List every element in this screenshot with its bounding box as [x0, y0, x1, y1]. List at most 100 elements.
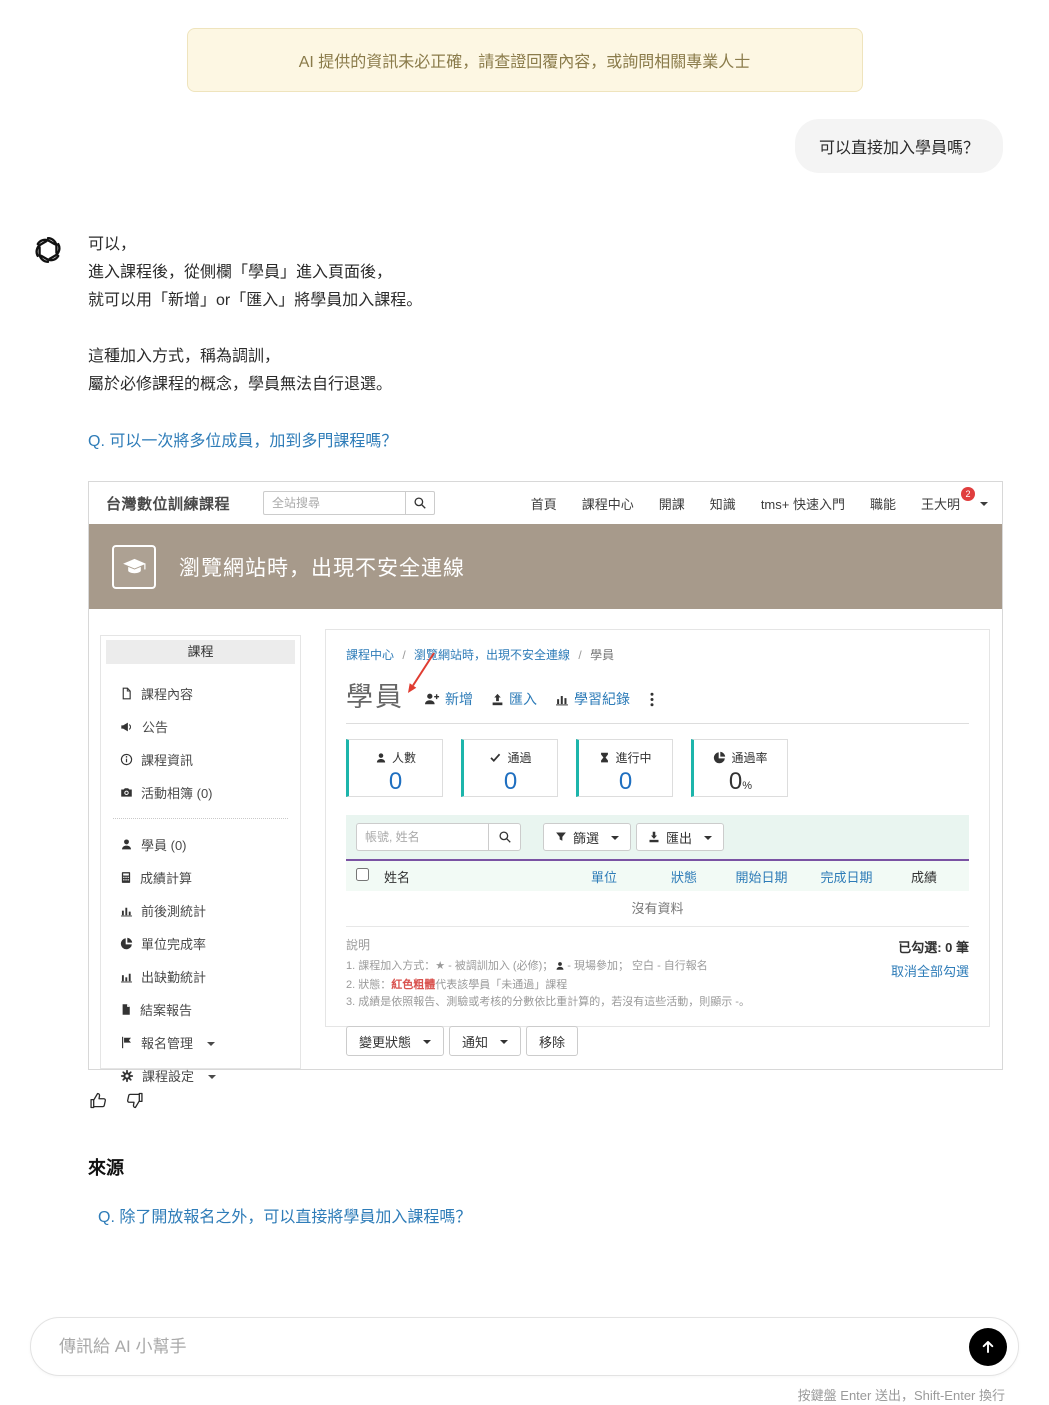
student-search [356, 823, 521, 851]
related-question-link[interactable]: Q. 可以一次將多位成員，加到多門課程嗎？ [88, 427, 397, 451]
nav-item-competency[interactable]: 職能 [870, 494, 896, 513]
remove-button[interactable]: 移除 [526, 1026, 578, 1056]
import-students-button[interactable]: 匯入 [491, 689, 537, 709]
stat-value: 0 [349, 769, 442, 795]
course-page-body: 課程 課程內容 公告 課程資訊 活動相簿 ( [89, 609, 1002, 1069]
composer: 按鍵盤 Enter 送出，Shift-Enter 換行 [30, 1317, 1019, 1404]
column-complete-date[interactable]: 完成日期 [804, 867, 889, 886]
embedded-screenshot: 台灣數位訓練課程 首頁 課程中心 開課 知識 tms+ 快速入門 [88, 481, 1003, 1070]
sidebar-item-registration-management[interactable]: 報名管理 [101, 1026, 300, 1059]
thumbs-down-icon [124, 1090, 145, 1111]
student-search-button[interactable] [488, 823, 521, 851]
sidebar-item-announcements[interactable]: 公告 [101, 710, 300, 743]
ai-disclaimer-banner: AI 提供的資訊未必正確，請查證回覆內容，或詢問相關專業人士 [187, 28, 863, 92]
thumbs-up-button[interactable] [88, 1090, 109, 1114]
calculator-icon [120, 871, 132, 884]
page-title: 學員 [346, 675, 404, 714]
selection-summary: 已勾選: 0 筆 取消全部勾選 [809, 937, 969, 1011]
download-icon [648, 831, 660, 843]
sidebar-divider [113, 818, 288, 819]
assistant-text-line: 可以， [88, 231, 1003, 259]
bulk-actions-row: 變更狀態 通知 移除 [346, 1026, 969, 1056]
column-status[interactable]: 狀態 [649, 867, 719, 886]
gear-icon [120, 1069, 134, 1083]
message-input-bar [30, 1317, 1019, 1376]
info-icon [120, 753, 133, 766]
bar-chart-icon [120, 970, 133, 983]
sidebar-item-final-report[interactable]: 結案報告 [101, 993, 300, 1026]
user-name: 王大明 [921, 494, 960, 513]
site-title[interactable]: 台灣數位訓練課程 [106, 493, 230, 514]
students-table-header: 姓名 單位 狀態 開始日期 完成日期 成績 [346, 859, 969, 891]
add-student-button[interactable]: 新增 [424, 689, 473, 709]
source-question-link[interactable]: Q. 除了開放報名之外，可以直接將學員加入課程嗎？ [88, 1203, 1003, 1227]
column-score: 成績 [889, 867, 959, 886]
notify-button[interactable]: 通知 [449, 1026, 521, 1056]
more-actions-button[interactable] [650, 692, 654, 707]
site-nav: 首頁 課程中心 開課 知識 tms+ 快速入門 職能 王大明 2 [531, 494, 988, 513]
site-header: 台灣數位訓練課程 首頁 課程中心 開課 知識 tms+ 快速入門 [89, 482, 1002, 524]
breadcrumb-course-center[interactable]: 課程中心 [346, 648, 394, 662]
stat-value: 0% [694, 769, 787, 795]
stat-card-count: 人數 0 [346, 739, 443, 797]
sidebar-item-course-settings[interactable]: 課程設定 [101, 1059, 300, 1092]
nav-item-open-course[interactable]: 開課 [659, 494, 685, 513]
chevron-down-icon [611, 836, 619, 840]
chevron-down-icon [980, 502, 988, 506]
user-message-bubble: 可以直接加入學員嗎？ [795, 119, 1003, 173]
sidebar-item-attendance-stats[interactable]: 出缺勤統計 [101, 960, 300, 993]
feedback-row [88, 1090, 1003, 1114]
sidebar-item-grade-calculation[interactable]: 成績計算 [101, 861, 300, 894]
send-button[interactable] [969, 1328, 1007, 1366]
nav-item-home[interactable]: 首頁 [531, 494, 557, 513]
assistant-text-line: 這種加入方式，稱為調訓， [88, 343, 1003, 371]
filter-row: 篩選 匯出 [346, 815, 969, 859]
stat-card-in-progress: 進行中 0 [576, 739, 673, 797]
assistant-text-line: 屬於必修課程的概念，學員無法自行退選。 [88, 371, 1003, 399]
filter-button[interactable]: 篩選 [543, 823, 631, 851]
breadcrumb-course-name[interactable]: 瀏覽網站時，出現不安全連線 [414, 648, 570, 662]
person-icon [375, 752, 387, 764]
document-icon [120, 687, 133, 700]
chevron-down-icon [500, 1040, 508, 1044]
student-search-input[interactable] [356, 823, 488, 851]
sidebar-item-course-info[interactable]: 課程資訊 [101, 743, 300, 776]
kebab-menu-icon [650, 692, 654, 707]
breadcrumb: 課程中心 / 瀏覽網站時，出現不安全連線 / 學員 [346, 646, 969, 663]
site-search-input[interactable] [263, 491, 405, 515]
nav-item-course-center[interactable]: 課程中心 [582, 494, 634, 513]
select-all-checkbox[interactable] [356, 868, 369, 881]
notification-badge: 2 [961, 487, 975, 501]
learning-records-button[interactable]: 學習紀錄 [555, 689, 630, 709]
keyboard-hint: 按鍵盤 Enter 送出，Shift-Enter 換行 [30, 1385, 1019, 1404]
pie-chart-icon [713, 751, 726, 764]
nav-item-knowledge[interactable]: 知識 [710, 494, 736, 513]
search-icon [498, 830, 512, 844]
column-name: 姓名 [384, 867, 559, 886]
assistant-text-line: 進入課程後，從側欄「學員」進入頁面後， [88, 259, 1003, 287]
note-line-1: 1. 課程加入方式：★ - 被調訓加入 (必修)；- 現場參加； 空白 - 自行… [346, 958, 809, 977]
bar-chart-icon [555, 692, 569, 706]
thumbs-down-button[interactable] [124, 1090, 145, 1114]
export-button[interactable]: 匯出 [636, 823, 724, 851]
notes: 說明 1. 課程加入方式：★ - 被調訓加入 (必修)；- 現場參加； 空白 -… [346, 937, 809, 1011]
column-unit[interactable]: 單位 [559, 867, 649, 886]
sidebar-item-course-content[interactable]: 課程內容 [101, 677, 300, 710]
sidebar-item-photo-album[interactable]: 活動相簿 (0) [101, 776, 300, 809]
course-sidebar: 課程 課程內容 公告 課程資訊 活動相簿 ( [100, 635, 301, 1069]
sidebar-item-unit-completion[interactable]: 單位完成率 [101, 927, 300, 960]
message-input[interactable] [59, 1337, 969, 1357]
course-banner: 瀏覽網站時，出現不安全連線 [89, 524, 1002, 609]
nav-item-quickstart[interactable]: tms+ 快速入門 [761, 494, 845, 513]
chevron-down-icon [704, 836, 712, 840]
site-search-button[interactable] [405, 491, 435, 515]
note-line-2: 2. 狀態：紅色粗體代表該學員「未通過」課程 [346, 977, 809, 994]
column-start-date[interactable]: 開始日期 [719, 867, 804, 886]
person-plus-icon [424, 692, 440, 706]
change-status-button[interactable]: 變更狀態 [346, 1026, 444, 1056]
sidebar-item-students[interactable]: 學員 (0) [101, 828, 300, 861]
check-icon [489, 751, 502, 764]
clear-selection-link[interactable]: 取消全部勾選 [809, 961, 969, 980]
sidebar-item-pre-post-test-stats[interactable]: 前後測統計 [101, 894, 300, 927]
nav-user-menu[interactable]: 王大明 2 [921, 494, 988, 513]
